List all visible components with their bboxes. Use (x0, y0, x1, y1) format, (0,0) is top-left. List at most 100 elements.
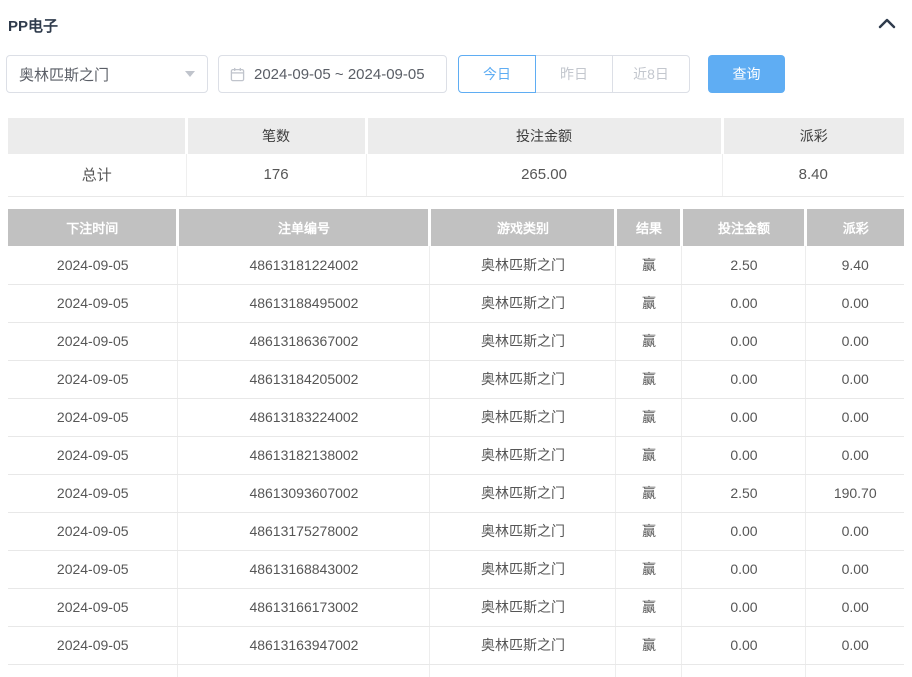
table-cell: 奥林匹斯之门 (430, 588, 616, 626)
summary-header-cell: 派彩 (722, 118, 904, 154)
table-cell: 190.70 (806, 474, 904, 512)
table-cell: 0.00 (682, 436, 806, 474)
table-row: 2024-09-0548613168843002奥林匹斯之门赢0.000.00 (8, 550, 904, 588)
table-row: 2024-09-0548613182138002奥林匹斯之门赢0.000.00 (8, 436, 904, 474)
summary-header-row: 笔数投注金额派彩 (8, 118, 904, 154)
table-cell: 48613181224002 (178, 246, 430, 284)
yesterday-button[interactable]: 昨日 (535, 55, 613, 93)
summary-header-cell (8, 118, 186, 154)
table-cell: 奥林匹斯之门 (430, 284, 616, 322)
table-cell: 赢 (616, 398, 682, 436)
table-row: 2024-09-0548613183224002奥林匹斯之门赢0.000.00 (8, 398, 904, 436)
game-select[interactable]: 奥林匹斯之门 (6, 55, 208, 93)
table-cell: 2024-09-05 (8, 436, 178, 474)
table-cell (178, 664, 430, 677)
table-row: 2024-09-0548613163947002奥林匹斯之门赢0.000.00 (8, 626, 904, 664)
table-cell: 赢 (616, 360, 682, 398)
table-cell: 2.50 (682, 246, 806, 284)
table-cell: 0.00 (806, 284, 904, 322)
table-cell: 0.00 (682, 550, 806, 588)
detail-header-cell: 下注时间 (8, 209, 178, 246)
table-cell: 赢 (616, 626, 682, 664)
table-cell: 奥林匹斯之门 (430, 246, 616, 284)
table-cell: 2024-09-05 (8, 284, 178, 322)
table-cell: 48613093607002 (178, 474, 430, 512)
today-button[interactable]: 今日 (458, 55, 536, 93)
table-cell: 2.50 (682, 474, 806, 512)
table-cell: 赢 (616, 512, 682, 550)
table-cell: 奥林匹斯之门 (430, 550, 616, 588)
table-cell (430, 664, 616, 677)
table-cell: 赢 (616, 322, 682, 360)
table-cell: 赢 (616, 474, 682, 512)
table-cell: 0.00 (682, 360, 806, 398)
bet-records-table: 下注时间注单编号游戏类别结果投注金额派彩 2024-09-05486131812… (8, 209, 904, 677)
table-cell: 奥林匹斯之门 (430, 512, 616, 550)
pp-electronic-panel: PP电子 奥林匹斯之门 2024-09-05 ~ 2024-09-05 (0, 0, 912, 677)
date-range-input[interactable]: 2024-09-05 ~ 2024-09-05 (218, 55, 447, 93)
table-cell: 赢 (616, 436, 682, 474)
table-cell (8, 664, 178, 677)
summary-header-cell: 笔数 (186, 118, 366, 154)
table-cell: 2024-09-05 (8, 322, 178, 360)
table-cell: 0.00 (806, 360, 904, 398)
table-row: 2024-09-0548613188495002奥林匹斯之门赢0.000.00 (8, 284, 904, 322)
table-cell: 48613182138002 (178, 436, 430, 474)
table-cell: 奥林匹斯之门 (430, 436, 616, 474)
table-cell: 2024-09-05 (8, 588, 178, 626)
table-cell: 0.00 (806, 322, 904, 360)
detail-header-row: 下注时间注单编号游戏类别结果投注金额派彩 (8, 209, 904, 246)
table-cell: 9.40 (806, 246, 904, 284)
detail-table-body: 2024-09-0548613181224002奥林匹斯之门赢2.509.402… (8, 246, 904, 677)
table-cell: 0.00 (806, 588, 904, 626)
table-cell (806, 664, 904, 677)
date-range-value: 2024-09-05 ~ 2024-09-05 (254, 66, 425, 83)
table-cell: 奥林匹斯之门 (430, 360, 616, 398)
table-cell: 0.00 (682, 322, 806, 360)
table-cell: 0.00 (806, 436, 904, 474)
table-cell: 奥林匹斯之门 (430, 322, 616, 360)
table-cell: 48613184205002 (178, 360, 430, 398)
table-row: 2024-09-0548613181224002奥林匹斯之门赢2.509.40 (8, 246, 904, 284)
table-row: 2024-09-0548613166173002奥林匹斯之门赢0.000.00 (8, 588, 904, 626)
summary-header-cell: 投注金额 (366, 118, 722, 154)
page-title: PP电子 (8, 15, 58, 36)
table-cell: 奥林匹斯之门 (430, 626, 616, 664)
detail-header-cell: 派彩 (806, 209, 904, 246)
summary-table: 笔数投注金额派彩 总计176265.008.40 (8, 118, 904, 197)
table-cell: 2024-09-05 (8, 246, 178, 284)
table-cell: 0.00 (682, 398, 806, 436)
table-cell: 48613163947002 (178, 626, 430, 664)
table-cell: 0.00 (682, 512, 806, 550)
calendar-icon (230, 67, 245, 82)
table-cell: 0.00 (682, 588, 806, 626)
table-cell: 48613166173002 (178, 588, 430, 626)
query-button[interactable]: 查询 (708, 55, 785, 93)
table-cell: 0.00 (806, 512, 904, 550)
table-cell: 奥林匹斯之门 (430, 398, 616, 436)
last-8-days-button[interactable]: 近8日 (612, 55, 690, 93)
table-cell: 48613186367002 (178, 322, 430, 360)
table-cell: 48613183224002 (178, 398, 430, 436)
chevron-down-icon (185, 71, 195, 77)
table-cell: 赢 (616, 550, 682, 588)
table-cell: 0.00 (806, 398, 904, 436)
table-cell: 2024-09-05 (8, 474, 178, 512)
quick-range-group: 今日昨日近8日 (458, 55, 690, 93)
table-cell: 0.00 (682, 626, 806, 664)
table-cell: 2024-09-05 (8, 398, 178, 436)
table-row-partial (8, 664, 904, 677)
table-cell: 赢 (616, 246, 682, 284)
table-row: 2024-09-0548613175278002奥林匹斯之门赢0.000.00 (8, 512, 904, 550)
filter-controls: 奥林匹斯之门 2024-09-05 ~ 2024-09-05 今日昨日近8日 查… (6, 55, 785, 93)
summary-total-row: 总计176265.008.40 (8, 154, 904, 196)
table-row: 2024-09-0548613186367002奥林匹斯之门赢0.000.00 (8, 322, 904, 360)
table-cell: 2024-09-05 (8, 626, 178, 664)
summary-total-cell: 265.00 (366, 154, 722, 196)
table-cell: 0.00 (806, 550, 904, 588)
table-cell: 0.00 (682, 284, 806, 322)
table-cell: 奥林匹斯之门 (430, 474, 616, 512)
collapse-button[interactable] (876, 15, 898, 33)
chevron-up-icon (877, 18, 897, 33)
detail-header-cell: 投注金额 (682, 209, 806, 246)
